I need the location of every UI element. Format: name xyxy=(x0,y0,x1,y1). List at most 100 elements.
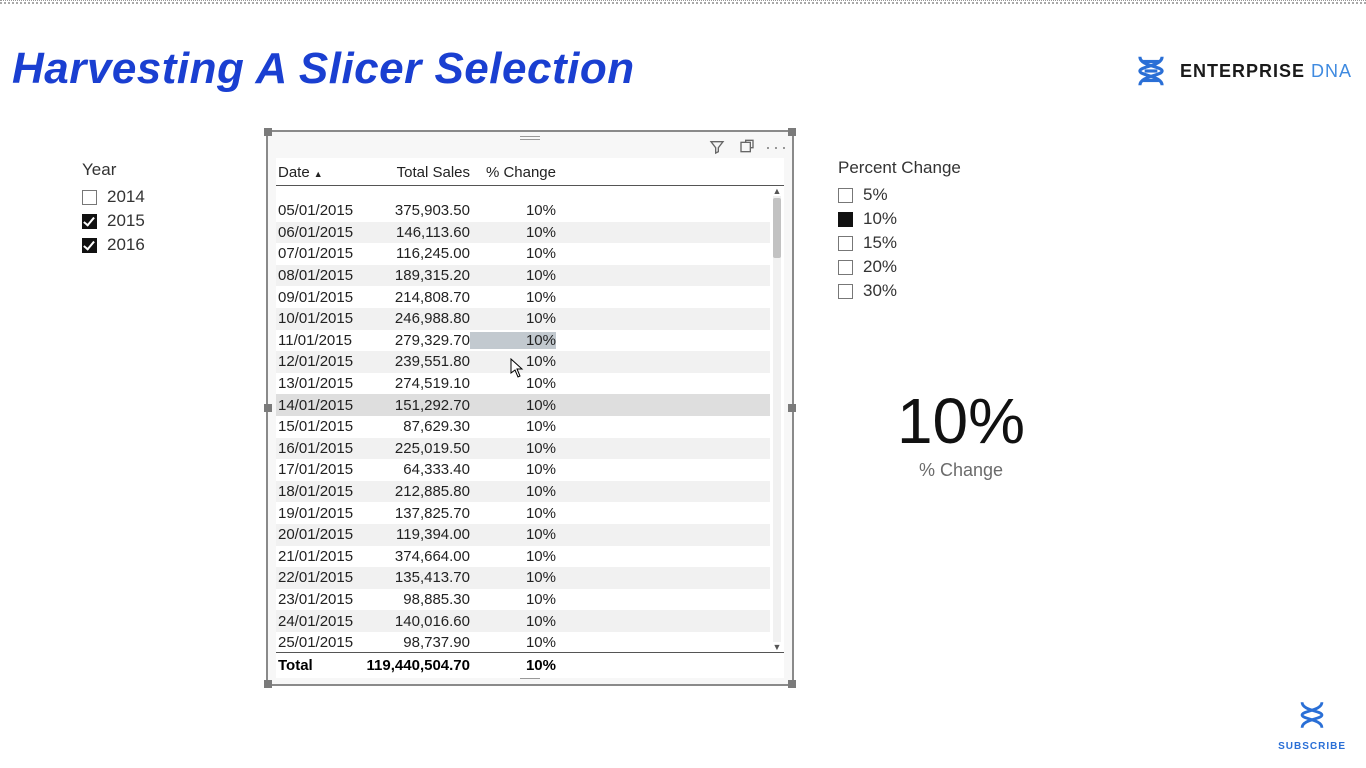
resize-handle[interactable] xyxy=(788,680,796,688)
cell-change: 10% xyxy=(470,332,556,349)
year-option[interactable]: 2015 xyxy=(82,210,222,232)
scroll-thumb[interactable] xyxy=(773,198,781,258)
checkbox-icon[interactable] xyxy=(838,284,853,299)
scroll-up-icon[interactable]: ▲ xyxy=(772,186,782,196)
cell-change: 10% xyxy=(470,397,556,414)
table-row[interactable]: 16/01/2015225,019.5010% xyxy=(276,438,770,460)
table-row[interactable]: 23/01/201598,885.3010% xyxy=(276,589,770,611)
cell-date: 13/01/2015 xyxy=(278,375,364,392)
cell-change: 10% xyxy=(470,634,556,651)
resize-handle[interactable] xyxy=(264,680,272,688)
table-row[interactable] xyxy=(276,186,770,200)
percent-option[interactable]: 20% xyxy=(838,256,1018,278)
column-header-date[interactable]: Date▲ xyxy=(278,164,364,181)
resize-handle[interactable] xyxy=(264,404,272,412)
table-visual[interactable]: ··· Date▲ Total Sales % Change 05/01/201… xyxy=(266,130,794,686)
table-row[interactable]: 05/01/2015375,903.5010% xyxy=(276,200,770,222)
subscribe-badge[interactable]: SUBSCRIBE xyxy=(1278,698,1346,752)
table-row[interactable]: 18/01/2015212,885.8010% xyxy=(276,481,770,503)
resize-handle[interactable] xyxy=(264,128,272,136)
year-slicer[interactable]: Year 201420152016 xyxy=(82,160,222,256)
cell-change: 10% xyxy=(470,375,556,392)
checkbox-icon[interactable] xyxy=(838,236,853,251)
table-row[interactable]: 19/01/2015137,825.7010% xyxy=(276,502,770,524)
table-row[interactable]: 24/01/2015140,016.6010% xyxy=(276,610,770,632)
table-row[interactable]: 20/01/2015119,394.0010% xyxy=(276,524,770,546)
table-row[interactable]: 22/01/2015135,413.7010% xyxy=(276,567,770,589)
cell-sales: 279,329.70 xyxy=(364,332,470,349)
table-row[interactable]: 10/01/2015246,988.8010% xyxy=(276,308,770,330)
cell-date: 18/01/2015 xyxy=(278,483,364,500)
cell-change: 10% xyxy=(470,289,556,306)
cell-sales: 214,808.70 xyxy=(364,289,470,306)
cell-date: 07/01/2015 xyxy=(278,245,364,262)
brand-text-secondary: DNA xyxy=(1311,61,1352,81)
percent-option[interactable]: 5% xyxy=(838,184,1018,206)
table-row[interactable]: 11/01/2015279,329.7010% xyxy=(276,330,770,352)
table-total-row: Total 119,440,504.70 10% xyxy=(276,652,784,678)
year-option[interactable]: 2016 xyxy=(82,234,222,256)
table-row[interactable]: 21/01/2015374,664.0010% xyxy=(276,546,770,568)
percent-change-card[interactable]: 10% % Change xyxy=(836,386,1086,481)
checkbox-icon[interactable] xyxy=(838,260,853,275)
vertical-scrollbar[interactable]: ▲ ▼ xyxy=(772,186,782,652)
filter-icon[interactable] xyxy=(706,136,728,158)
resize-handle[interactable] xyxy=(788,128,796,136)
table-row[interactable]: 12/01/2015239,551.8010% xyxy=(276,351,770,373)
cell-date: 10/01/2015 xyxy=(278,310,364,327)
drag-handle-icon[interactable] xyxy=(520,136,540,141)
cell-date: 19/01/2015 xyxy=(278,505,364,522)
percent-option[interactable]: 10% xyxy=(838,208,1018,230)
cell-change: 10% xyxy=(470,267,556,284)
scroll-down-icon[interactable]: ▼ xyxy=(772,642,782,652)
cell-sales: 98,885.30 xyxy=(364,591,470,608)
cell-date: 09/01/2015 xyxy=(278,289,364,306)
percent-option-label: 30% xyxy=(863,280,897,302)
cell-date: 25/01/2015 xyxy=(278,634,364,651)
cell-sales: 212,885.80 xyxy=(364,483,470,500)
column-header-change[interactable]: % Change xyxy=(470,164,556,181)
checkbox-icon[interactable] xyxy=(82,190,97,205)
column-header-sales[interactable]: Total Sales xyxy=(364,164,470,181)
table-row[interactable]: 07/01/2015116,245.0010% xyxy=(276,243,770,265)
cell-date: 08/01/2015 xyxy=(278,267,364,284)
cell-change: 10% xyxy=(470,483,556,500)
brand-text-primary: ENTERPRISE xyxy=(1180,61,1305,81)
percent-option[interactable]: 15% xyxy=(838,232,1018,254)
table-row[interactable]: 25/01/201598,737.9010% xyxy=(276,632,770,652)
total-label: Total xyxy=(278,657,364,674)
checkbox-icon[interactable] xyxy=(838,188,853,203)
year-option[interactable]: 2014 xyxy=(82,186,222,208)
table-container: Date▲ Total Sales % Change 05/01/2015375… xyxy=(276,158,784,678)
checkbox-icon[interactable] xyxy=(838,212,853,227)
checkbox-icon[interactable] xyxy=(82,238,97,253)
cell-sales: 151,292.70 xyxy=(364,397,470,414)
cell-change: 10% xyxy=(470,353,556,370)
page-top-border xyxy=(0,0,1366,4)
table-row[interactable]: 06/01/2015146,113.6010% xyxy=(276,222,770,244)
cell-sales: 246,988.80 xyxy=(364,310,470,327)
cell-date: 22/01/2015 xyxy=(278,569,364,586)
focus-mode-icon[interactable] xyxy=(736,136,758,158)
scroll-track[interactable] xyxy=(773,196,781,642)
table-row[interactable]: 17/01/201564,333.4010% xyxy=(276,459,770,481)
total-sales: 119,440,504.70 xyxy=(364,657,470,674)
cell-date: 14/01/2015 xyxy=(278,397,364,414)
table-row[interactable]: 13/01/2015274,519.1010% xyxy=(276,373,770,395)
checkbox-icon[interactable] xyxy=(82,214,97,229)
year-option-label: 2014 xyxy=(107,186,145,208)
more-options-icon[interactable]: ··· xyxy=(766,136,788,158)
percent-change-slicer[interactable]: Percent Change 5%10%15%20%30% xyxy=(838,158,1018,302)
resize-handle[interactable] xyxy=(788,404,796,412)
table-header[interactable]: Date▲ Total Sales % Change xyxy=(276,158,784,186)
table-row[interactable]: 08/01/2015189,315.2010% xyxy=(276,265,770,287)
cell-sales: 87,629.30 xyxy=(364,418,470,435)
percent-option[interactable]: 30% xyxy=(838,280,1018,302)
table-row[interactable]: 14/01/2015151,292.7010% xyxy=(276,394,770,416)
cell-change: 10% xyxy=(470,613,556,630)
cell-date: 23/01/2015 xyxy=(278,591,364,608)
table-row[interactable]: 09/01/2015214,808.7010% xyxy=(276,286,770,308)
page-title: Harvesting A Slicer Selection xyxy=(12,44,635,94)
cell-date: 12/01/2015 xyxy=(278,353,364,370)
table-row[interactable]: 15/01/201587,629.3010% xyxy=(276,416,770,438)
